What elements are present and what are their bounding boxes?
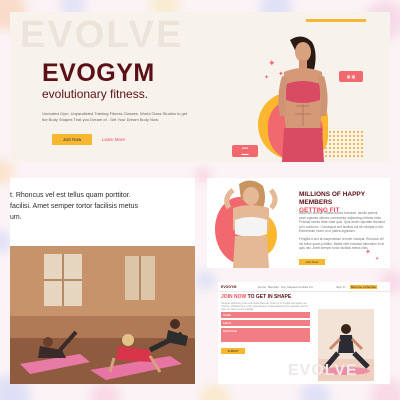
classes-text-line: um.	[10, 214, 22, 221]
nav-link-home[interactable]: Home	[258, 285, 266, 289]
hero-model-image	[278, 36, 328, 162]
sparkle-icon: ✦	[264, 75, 270, 81]
classes-text: t. Rhoncus vel est tellus quam porttitor…	[10, 178, 195, 223]
hero-accent-bar	[306, 19, 366, 22]
message-field[interactable]: MESSAGE	[221, 328, 310, 342]
nav-link-benefits[interactable]: Benefits	[268, 285, 279, 289]
members-join-button[interactable]: Join Now	[299, 259, 325, 265]
hero-tagline: evolutionary fitness.	[42, 87, 149, 101]
email-field[interactable]: EMAIL	[221, 320, 310, 326]
contact-section: EVOGYM Home Benefits Our Classes Contact…	[218, 282, 390, 384]
sparkle-icon: ✦	[278, 71, 284, 78]
nav-link-classes[interactable]: Our Classes	[281, 285, 298, 289]
hero-badge-card: ●●● ▬▬	[232, 145, 258, 157]
learn-more-link[interactable]: Learn More	[102, 134, 125, 145]
contact-title: JOIN NOW TO GET IN SHAPE	[221, 294, 291, 300]
sparkle-icon: ✦	[375, 256, 380, 262]
nav-become-member-button[interactable]: Become a Member	[350, 285, 378, 289]
submit-button[interactable]: SUBMIT	[221, 348, 245, 354]
members-paragraph-2: Fringilla a sed at suspendisse ut enim v…	[299, 236, 385, 251]
hero-logo: EVOGYM	[42, 59, 155, 87]
members-title-text: MILLIONS OF HAPPY MEMBERS	[299, 191, 365, 206]
name-field[interactable]: NAME	[221, 312, 310, 318]
classes-section: t. Rhoncus vel est tellus quam porttitor…	[10, 178, 195, 384]
contact-title-rest: TO GET IN SHAPE	[246, 294, 292, 300]
class-photo	[10, 246, 195, 384]
sparkle-icon: ✦	[365, 249, 371, 256]
members-paragraph: Nascetur aenean massa auctor tincidunt. …	[299, 211, 385, 251]
sparkle-icon: ✦	[268, 58, 276, 68]
hero-badge-icon: ▦ ▦	[339, 71, 363, 82]
contact-paragraph: Congue adipiscing risus commodo placerat…	[221, 302, 308, 312]
nav-link-sign-in[interactable]: Sign In	[336, 285, 345, 289]
members-paragraph-1: Nascetur aenean massa auctor tincidunt. …	[299, 211, 385, 234]
top-navbar: EVOGYM Home Benefits Our Classes Contact…	[218, 282, 390, 292]
hero-watermark: EVOLVE	[20, 14, 184, 56]
hero-section: EVOLVE EVOGYM evolutionary fitness. Unri…	[10, 12, 390, 162]
members-section: MILLIONS OF HAPPY MEMBERS GETTING FIT Na…	[207, 178, 390, 268]
join-now-button[interactable]: Join Now	[52, 134, 92, 145]
classes-text-line: facilisi. Amet semper tortor facilisis m…	[10, 203, 138, 210]
nav-logo[interactable]: EVOGYM	[221, 285, 236, 289]
members-model-image	[224, 180, 278, 268]
hero-description: Unrivaled Gym. Unparalleled Training Fit…	[42, 111, 188, 122]
classes-text-line: t. Rhoncus vel est tellus quam porttitor…	[10, 192, 131, 199]
contact-title-highlight: JOIN NOW	[221, 294, 247, 300]
contact-watermark: EVOLVE	[288, 362, 358, 379]
nav-link-contact[interactable]: Contact Us	[298, 285, 313, 289]
